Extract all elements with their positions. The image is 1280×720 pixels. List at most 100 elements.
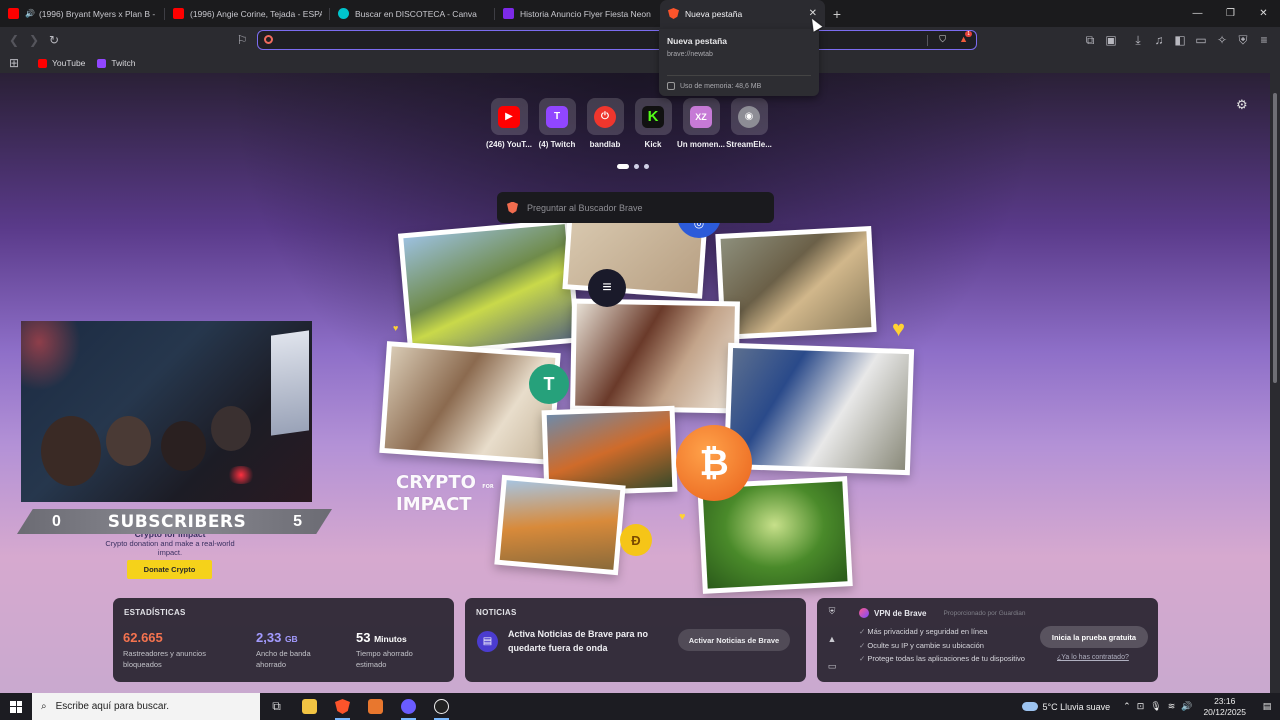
tab-2[interactable]: (1996) Angie Corine, Tejada - ESPAÑO [165,0,330,27]
reload-button[interactable]: ↻ [44,30,64,50]
cards-tab-icon[interactable]: ▭ [825,661,839,672]
window-controls: — ❐ ✕ [1181,0,1280,27]
vpn-tab-icon[interactable]: ⛨ [825,606,839,617]
vpn-already-purchased-link[interactable]: ¿Ya lo has contratado? [1057,654,1129,661]
new-tab-button[interactable]: + [825,0,849,27]
tab-title: (1996) Bryant Myers x Plan B - Po [38,8,157,19]
top-site-twitch[interactable]: T (4) Twitch [538,98,576,149]
scrollbar[interactable] [1270,73,1280,693]
enable-news-button[interactable]: Activar Noticias de Brave [678,629,790,651]
bookmark-label: YouTube [52,58,86,68]
brave-shields-icon[interactable]: ⛉ [939,34,946,45]
search-input[interactable] [527,202,747,213]
task-view-icon: ⧉ [272,699,281,713]
wallet-icon[interactable]: ▭ [1191,30,1211,50]
top-site-kick[interactable]: K Kick [634,98,672,149]
stats-title: ESTADÍSTICAS [124,608,186,617]
menu-icon[interactable]: ≡ [1254,30,1274,50]
apps-grid-icon[interactable]: ⊞ [4,53,24,73]
bookmark-twitch[interactable]: Twitch [97,58,136,68]
back-button[interactable]: ❮ [4,30,24,50]
app-a-button[interactable] [359,693,392,720]
canva-icon [338,8,349,19]
brave-taskbar-button[interactable] [326,693,359,720]
tab-4[interactable]: Historia Anuncio Flyer Fiesta Neon Pu [495,0,660,27]
donate-crypto-button[interactable]: Donate Crypto [127,560,212,579]
tab-search-icon[interactable]: ▣ [1101,30,1121,50]
tab-3[interactable]: Buscar en DISCOTECA - Canva [330,0,495,27]
dogecoin-icon: Ð [620,524,652,556]
top-site-bandlab[interactable]: ⏻ bandlab [586,98,624,149]
close-window-button[interactable]: ✕ [1247,0,1280,27]
leo-ai-icon[interactable]: ✧ [1212,30,1232,50]
bandlab-icon: ⏻ [594,105,616,128]
network-icon[interactable]: ⊡ [1137,701,1145,712]
bookmark-youtube[interactable]: YouTube [38,58,85,68]
top-site-streamelements[interactable]: ◉ StreamEle... [726,98,772,149]
vpn-header: VPN de Brave Proporcionado por Guardian [859,608,1026,618]
video-icon [503,8,514,19]
file-explorer-button[interactable] [293,693,326,720]
wifi-icon[interactable]: ≋ [1168,701,1176,712]
site-tile: K [634,98,672,135]
obs-icon [434,699,449,714]
clock-time: 23:16 [1214,695,1236,706]
weather-widget[interactable]: 5°C Lluvia suave [1021,702,1110,712]
tab-active-new-tab[interactable]: Nueva pestaña ✕ [660,0,825,27]
tab-strip: 🔊 (1996) Bryant Myers x Plan B - Po (199… [0,0,1280,27]
toolbar: ❮ ❯ ↻ ⚐ ⛉ ▲ 1 ⧉ ▣ ⤓ ♫ ◧ ▭ ✧ ⛨ ≡ [0,27,1280,53]
minimize-button[interactable]: — [1181,0,1214,27]
microphone-icon[interactable]: 🎙 [1150,701,1161,712]
top-site-un-momento[interactable]: XZ Un momen... [677,98,725,149]
chevron-up-icon[interactable]: ⌃ [1123,701,1131,712]
vpn-powered-by: Proporcionado por Guardian [943,609,1026,617]
notifications-icon[interactable]: ▤ [1254,701,1280,712]
address-bar[interactable]: ⛉ ▲ 1 [257,30,977,50]
page-dot-active[interactable] [617,164,629,169]
rewards-tab-icon[interactable]: ▲ [825,634,839,644]
collage-image [384,346,556,460]
page-dot[interactable] [634,164,639,169]
top-site-youtube[interactable]: ▶ (246) YouT... [486,98,532,149]
search-engine-icon [264,35,273,44]
streamer-person [41,416,101,486]
page-dot[interactable] [644,164,649,169]
task-view-button[interactable]: ⧉ [260,693,293,720]
widget-switcher: ⛨ ▲ ▭ [825,606,839,672]
site-tile: XZ [682,98,720,135]
vpn-trial-button[interactable]: Inicia la prueba gratuita [1040,626,1148,648]
vpn-feature: Protege todas las aplicaciones de tu dis… [859,652,1025,666]
bookmarks-bar: ⊞ YouTube Twitch [0,53,1280,73]
stat-trackers: 62.665 Rastreadores y anuncios bloqueado… [123,630,213,670]
sidebar-icon[interactable]: ◧ [1170,30,1190,50]
stat-value: 53 Minutos [356,630,426,645]
music-icon[interactable]: ♫ [1149,30,1169,50]
scrollbar-thumb[interactable] [1273,93,1277,383]
forward-button[interactable]: ❯ [24,30,44,50]
globe-icon: ◉ [738,105,760,128]
speaker-icon[interactable]: 🔊 [25,9,35,18]
bookmark-icon[interactable]: ⚐ [232,30,252,50]
gear-icon[interactable]: ⚙ [1236,97,1248,113]
vpn-widget: ⛨ ▲ ▭ VPN de Brave Proporcionado por Gua… [817,598,1158,682]
vpn-icon[interactable]: ⛨ [1233,30,1253,50]
hover-card-title: Nueva pestaña [667,36,727,46]
youtube-icon: ▶ [498,105,520,128]
subscribers-counter: 0 SUBSCRIBERS 5 [17,509,332,534]
tab-1[interactable]: 🔊 (1996) Bryant Myers x Plan B - Po [0,0,165,27]
app-c-button[interactable] [392,693,425,720]
clock[interactable]: 23:16 20/12/2025 [1203,696,1246,718]
volume-icon[interactable]: 🔊 [1181,701,1192,712]
brave-search-box[interactable] [497,192,774,223]
restore-button[interactable]: ❐ [1214,0,1247,27]
tab-title: (1996) Angie Corine, Tejada - ESPAÑO [190,8,322,19]
extensions-icon[interactable]: ⧉ [1080,30,1100,50]
taskbar-search[interactable]: ⌕ Escribe aquí para buscar. [32,693,260,720]
start-button[interactable] [0,693,32,720]
crypto-for-impact-banner: CRYPTO FOR IMPACT [396,474,494,514]
stat-number: 62.665 [123,630,163,645]
bookmark-label: Twitch [111,58,136,68]
obs-button[interactable] [425,693,458,720]
collage-image [729,347,909,471]
download-icon[interactable]: ⤓ [1128,30,1148,50]
